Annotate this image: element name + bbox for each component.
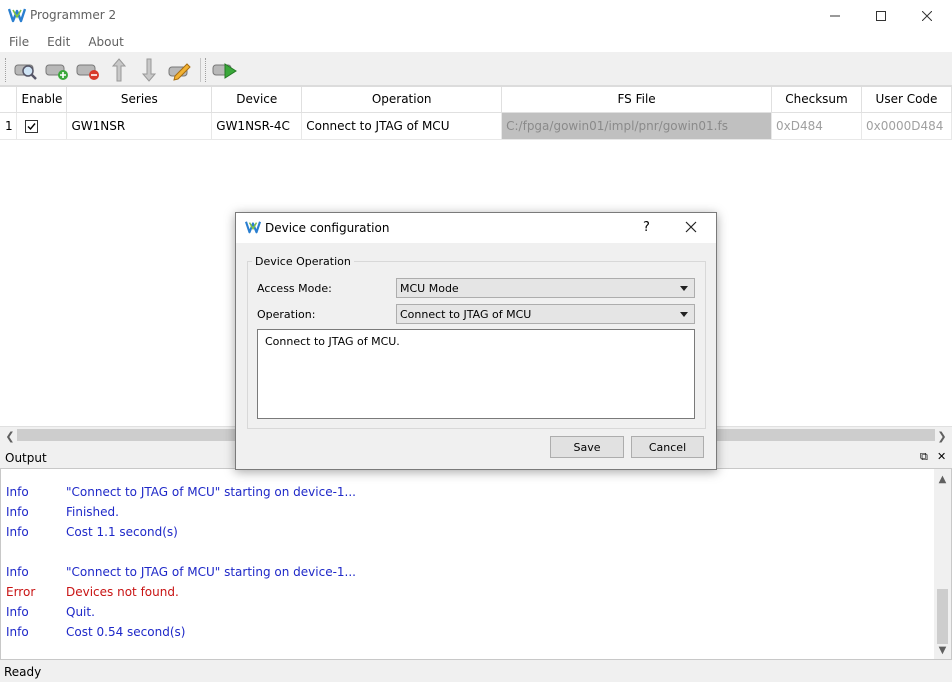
menu-about[interactable]: About [79,32,132,52]
log-level: Info [6,605,29,619]
scan-device-button[interactable] [12,56,40,84]
status-text: Ready [4,665,42,679]
device-table: Enable Series Device Operation FS File C… [0,87,952,140]
status-bar: Ready [0,661,952,682]
dialog-title-bar: Device configuration ? [236,213,716,243]
gowin-logo-icon [245,221,261,234]
device-cell[interactable]: GW1NSR-4C [211,112,303,140]
group-title: Device Operation [252,255,354,268]
access-mode-value: MCU Mode [400,282,459,295]
access-mode-label: Access Mode: [257,282,332,295]
program-icon [212,63,237,79]
log-message: Finished. [66,505,119,519]
access-mode-select[interactable]: MCU Mode [396,278,695,298]
header-fs-file[interactable]: FS File [501,87,773,113]
close-panel-icon[interactable]: ✕ [937,450,946,463]
log-level: Info [6,485,29,499]
header-enable[interactable]: Enable [16,87,68,113]
move-down-icon [141,58,157,82]
fs-file-cell[interactable]: C:/fpga/gowin01/impl/pnr/gowin01.fs [501,112,773,140]
operation-description[interactable]: Connect to JTAG of MCU. [257,329,695,419]
scan-device-icon [14,64,37,80]
close-icon [922,11,932,21]
log-level: Info [6,625,29,639]
output-title: Output [5,451,47,465]
dialog-title: Device configuration [265,221,390,235]
output-vertical-scrollbar[interactable]: ▲ ▼ [934,469,951,659]
scroll-right-icon[interactable]: ❯ [934,429,950,443]
scroll-left-icon[interactable]: ❮ [2,429,18,443]
window-title: Programmer 2 [30,8,117,22]
log-message: Cost 0.54 second(s) [66,625,186,639]
operation-value: Connect to JTAG of MCU [400,308,532,321]
header-operation[interactable]: Operation [301,87,503,113]
log-level: Error [6,585,36,599]
cancel-button[interactable]: Cancel [631,436,704,458]
log-message: Cost 1.1 second(s) [66,525,178,539]
log-message: "Connect to JTAG of MCU" starting on dev… [66,565,356,579]
menu-bar: File Edit About [0,32,952,52]
header-user-code[interactable]: User Code [861,87,952,113]
scroll-up-icon[interactable]: ▲ [934,471,951,487]
header-device[interactable]: Device [211,87,303,113]
series-cell[interactable]: GW1NSR [66,112,213,140]
log-level: Info [6,525,29,539]
toolbar-grip[interactable] [5,58,8,82]
log-level: Info [6,565,29,579]
header-series[interactable]: Series [66,87,213,113]
remove-device-button[interactable] [74,56,102,84]
maximize-button[interactable] [858,0,904,32]
save-button[interactable]: Save [550,436,624,458]
toolbar-separator [200,58,201,82]
program-button[interactable] [211,56,239,84]
move-up-button[interactable] [105,56,133,84]
checksum-cell: 0xD484 [771,112,862,140]
title-bar: Programmer 2 [0,0,952,32]
float-panel-icon[interactable]: ⧉ [920,450,928,464]
gowin-logo-icon [8,8,26,23]
header-checksum[interactable]: Checksum [771,87,862,113]
table-header-row: Enable Series Device Operation FS File C… [0,87,952,113]
table-row[interactable]: 1 GW1NSR GW1NSR-4C Connect to JTAG of MC… [0,112,952,140]
minimize-icon [830,15,840,17]
scroll-down-icon[interactable]: ▼ [934,642,951,658]
chevron-down-icon [680,286,688,291]
row-number-header [0,87,18,113]
log-message: Quit. [66,605,95,619]
operation-cell[interactable]: Connect to JTAG of MCU [301,112,503,140]
menu-edit[interactable]: Edit [38,32,79,52]
maximize-icon [876,11,886,21]
move-up-icon [111,58,127,82]
output-log[interactable]: Info "Connect to JTAG of MCU" starting o… [0,468,952,660]
log-level: Info [6,505,29,519]
operation-select[interactable]: Connect to JTAG of MCU [396,304,695,324]
move-down-button[interactable] [135,56,163,84]
scrollbar-thumb[interactable] [937,589,948,644]
edit-icon [168,63,191,81]
row-number: 1 [0,112,18,140]
enable-cell[interactable] [16,112,68,140]
menu-file[interactable]: File [0,32,38,52]
checkmark-icon [27,122,37,130]
user-code-cell: 0x0000D484 [861,112,952,140]
minimize-button[interactable] [812,0,858,32]
edit-button[interactable] [166,56,194,84]
log-message: Devices not found. [66,585,179,599]
log-message: "Connect to JTAG of MCU" starting on dev… [66,485,356,499]
chevron-down-icon [680,312,688,317]
add-device-icon [45,64,68,80]
device-configuration-dialog: Device configuration ? Device Operation … [235,212,717,470]
operation-label: Operation: [257,308,316,321]
toolbar-grip-2[interactable] [205,58,208,82]
remove-device-icon [76,64,99,80]
close-icon[interactable] [684,220,698,234]
help-button[interactable]: ? [643,220,650,235]
enable-checkbox[interactable] [25,119,39,133]
toolbar [0,52,952,86]
add-device-button[interactable] [43,56,71,84]
close-window-button[interactable] [904,0,950,32]
